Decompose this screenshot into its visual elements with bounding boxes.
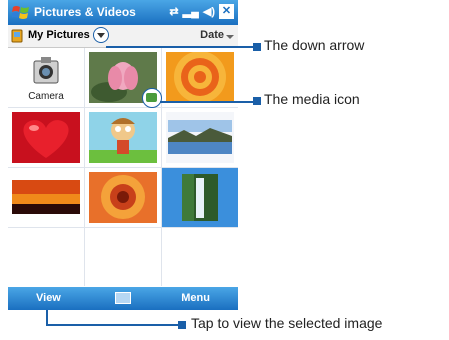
thumbnail-lake[interactable] (162, 108, 238, 167)
lake-image (166, 112, 234, 163)
callout-marker-media-icon (253, 97, 261, 105)
callout-line-media-icon (160, 101, 254, 103)
title-bar: Pictures & Videos ⇄ ▂▄ ◀) ✕ (8, 0, 238, 25)
callout-media-icon: The media icon (264, 91, 360, 107)
signal-icon[interactable]: ▂▄ (183, 5, 199, 18)
thumbnail-cartoon[interactable] (85, 108, 161, 167)
callout-line-view-vertical (46, 310, 48, 325)
chevron-down-icon (97, 33, 105, 38)
empty-cell (162, 228, 238, 287)
media-icon[interactable] (142, 88, 162, 108)
camera-label: Camera (28, 91, 64, 102)
thumbnail-flower-closeup[interactable] (85, 168, 161, 227)
sort-chevron-down-icon[interactable] (226, 35, 234, 39)
menu-bar: View Menu (8, 287, 238, 310)
menu-softkey[interactable]: Menu (181, 292, 210, 304)
status-icons: ⇄ ▂▄ ◀) ✕ (169, 4, 234, 19)
callout-line-view-horizontal (46, 324, 180, 326)
callout-down-arrow: The down arrow (264, 37, 365, 53)
empty-cell (8, 228, 84, 287)
thumbnail-orange-rings[interactable] (162, 48, 238, 107)
folder-bar: My Pictures Date (8, 25, 238, 48)
view-softkey[interactable]: View (36, 292, 61, 304)
volume-icon[interactable]: ◀) (203, 5, 215, 18)
callout-line-down-arrow (106, 46, 254, 48)
thumbnail-waterfall[interactable] (162, 168, 238, 227)
thumbnail-camera[interactable]: Camera (8, 48, 84, 107)
thumbnail-red-heart[interactable] (8, 108, 84, 167)
folder-icon (11, 29, 23, 43)
callout-marker-down-arrow (253, 43, 261, 51)
start-menu-icon[interactable] (12, 4, 30, 21)
flower-closeup-image (89, 172, 157, 223)
keyboard-icon[interactable] (115, 292, 131, 304)
empty-cell (85, 228, 161, 287)
sync-icon[interactable]: ⇄ (169, 5, 178, 18)
callout-view: Tap to view the selected image (191, 315, 383, 331)
orange-rings-image (166, 52, 234, 103)
thumbnail-grid: Camera (8, 48, 238, 287)
folder-dropdown-button[interactable] (93, 27, 109, 43)
sunset-image (12, 172, 80, 223)
thumbnail-sunset[interactable] (8, 168, 84, 227)
red-heart-image (12, 112, 80, 163)
close-icon[interactable]: ✕ (219, 4, 234, 19)
video-camera-icon (146, 93, 157, 102)
sort-dropdown[interactable]: Date (200, 29, 224, 41)
camera-icon (33, 57, 59, 84)
callout-marker-view (178, 321, 186, 329)
cartoon-image (89, 112, 157, 163)
waterfall-image (182, 174, 218, 221)
app-title: Pictures & Videos (34, 5, 136, 19)
folder-label: My Pictures (28, 29, 90, 41)
